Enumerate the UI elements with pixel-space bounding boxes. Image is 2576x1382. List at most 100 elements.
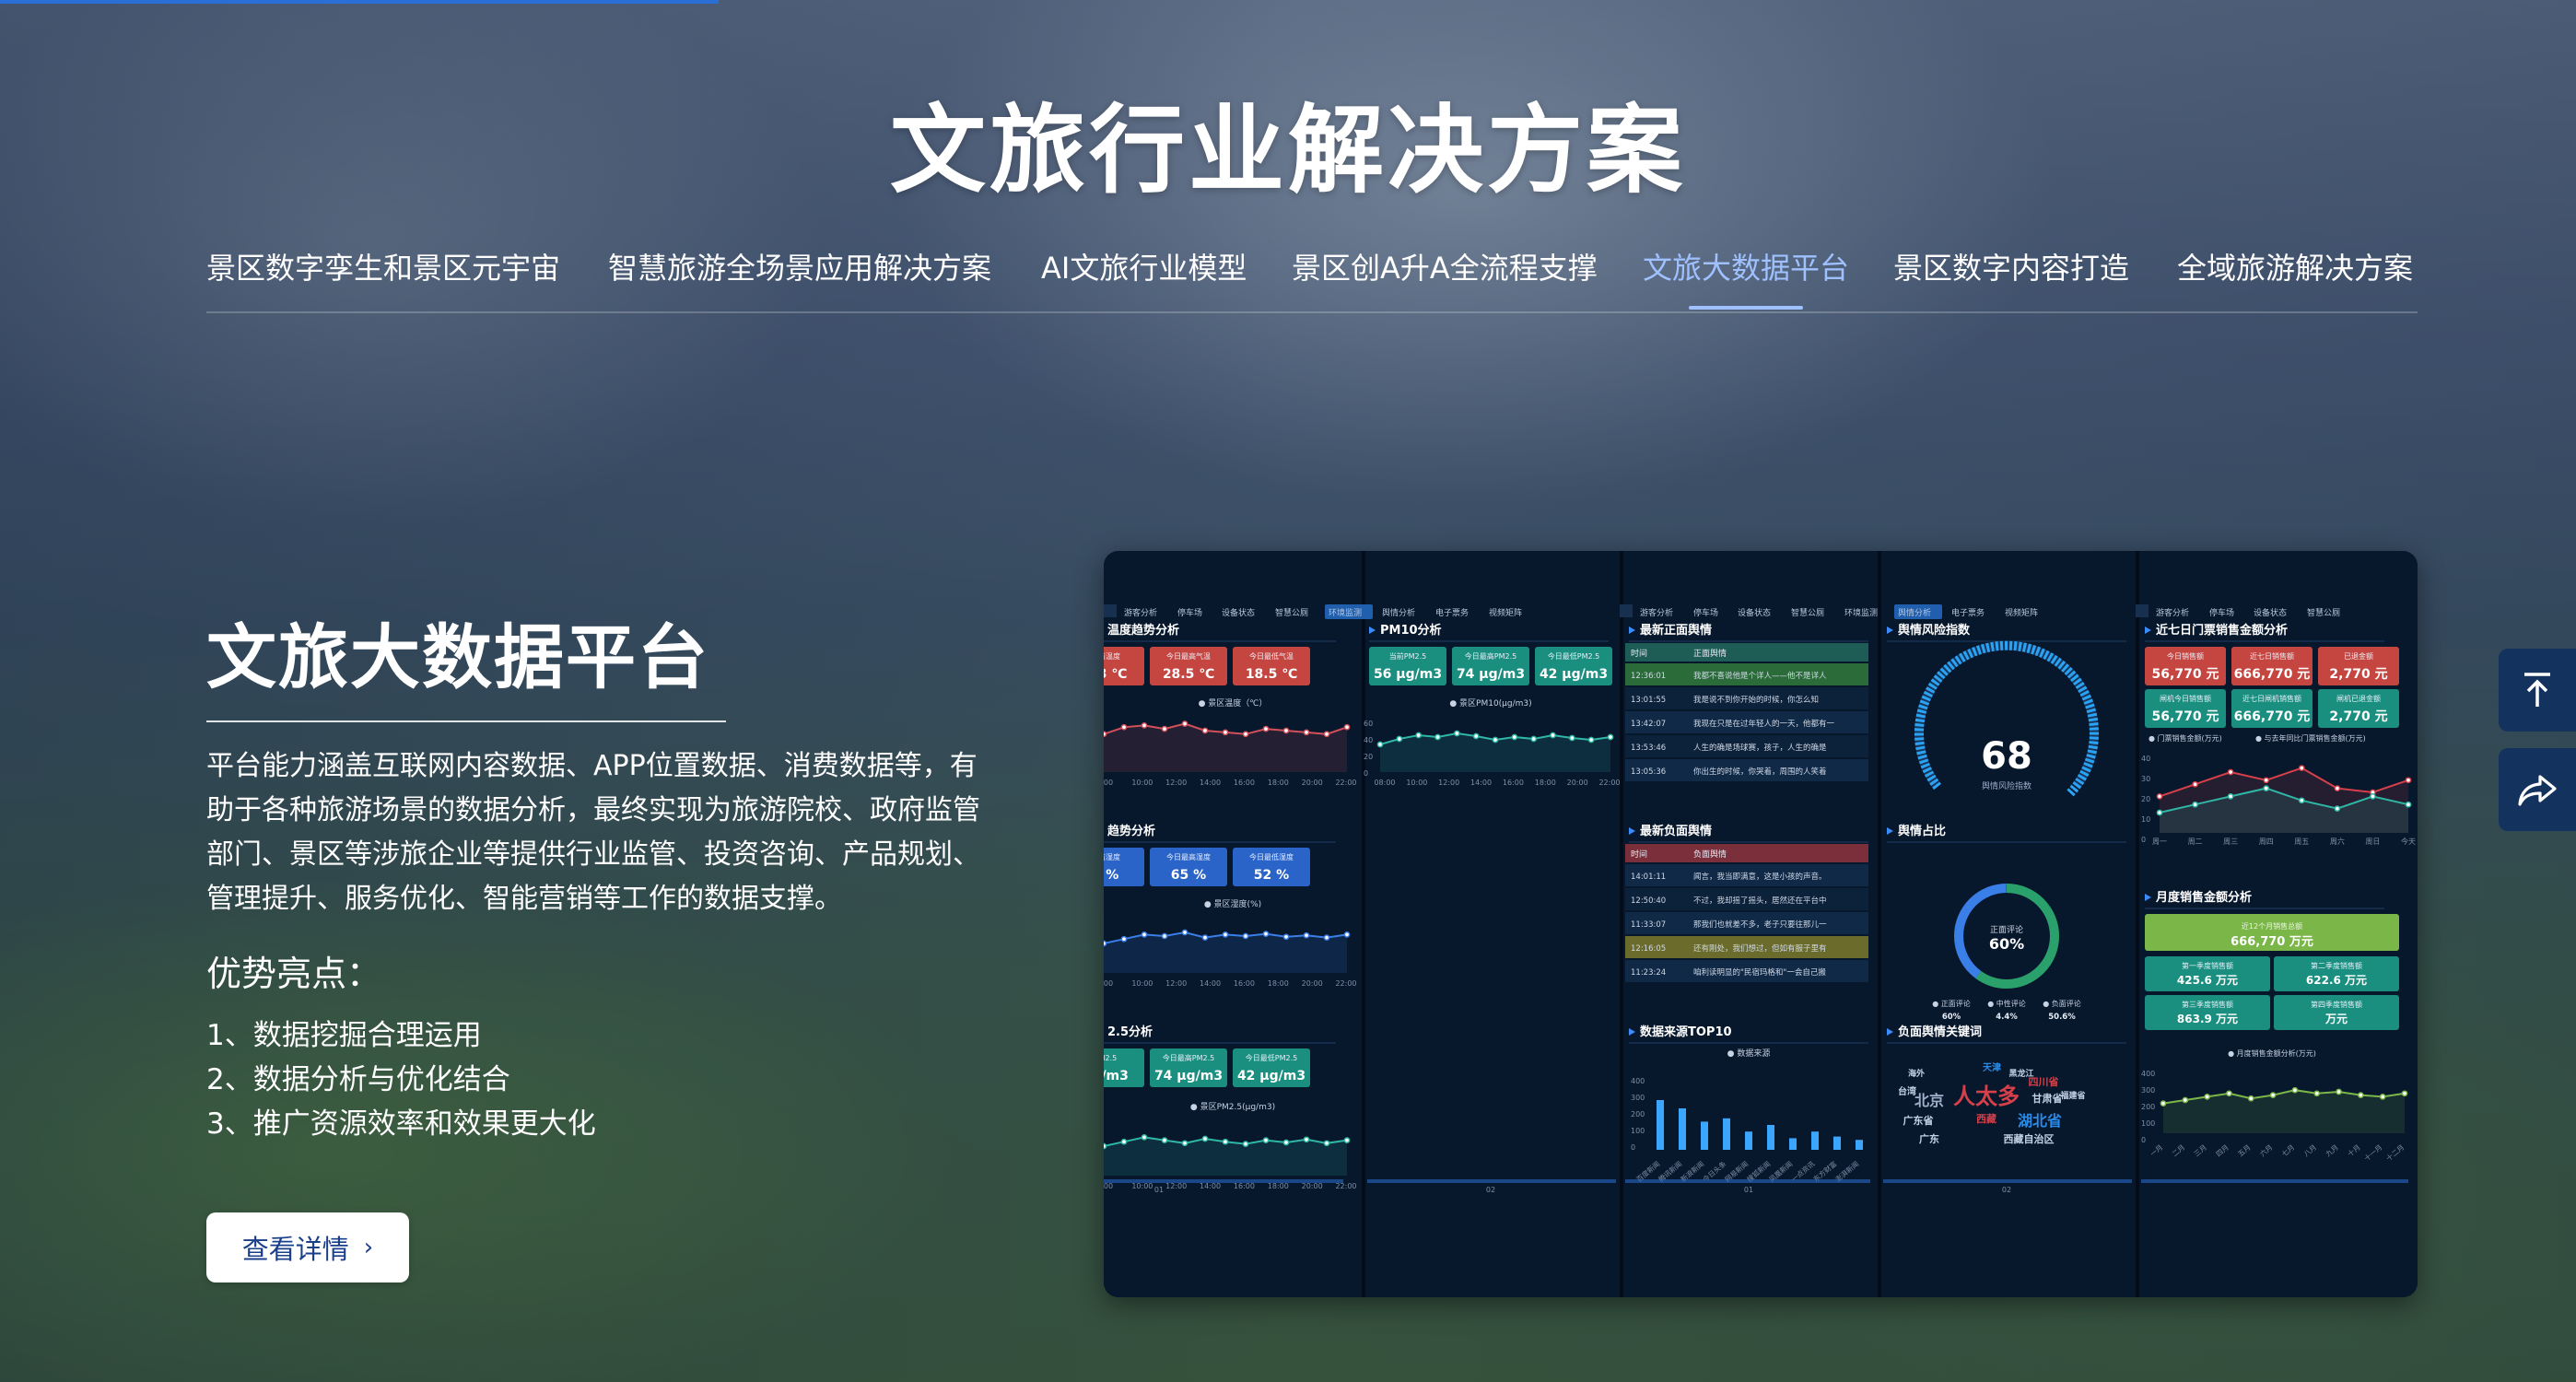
- sales7-x-tick: 周六: [2330, 837, 2345, 846]
- temp-x-tick: 16:00: [1234, 779, 1255, 787]
- nav-mid-item: 舆情分析: [1898, 607, 1931, 618]
- footer-strip: [1104, 1179, 1343, 1183]
- source-bar: [1767, 1125, 1774, 1150]
- temp-x-tick: 10:00: [1131, 779, 1153, 787]
- keyword: 甘肃省: [2032, 1092, 2063, 1105]
- tab-digital-content[interactable]: 景区数字内容打造: [1893, 245, 2129, 287]
- monthly-y-tick: 100: [2141, 1119, 2155, 1128]
- tab-scenic-a-upgrade[interactable]: 景区创A升A全流程支撑: [1292, 245, 1598, 287]
- temp-card-value: 2.3 ℃: [1104, 667, 1127, 682]
- pm10-y-tick: 40: [1364, 736, 1373, 744]
- nav-mid-item: 环境监测: [1844, 607, 1878, 618]
- page-title: 文旅行业解决方案: [889, 94, 1686, 206]
- sales7-series-point: [2263, 777, 2270, 784]
- pm10-chart-point: [1607, 733, 1614, 741]
- pm10-card-value: 42 μg/m3: [1540, 667, 1608, 682]
- column-gap: [1362, 551, 1365, 1297]
- humidity-card-label: 今日最高湿度: [1166, 852, 1211, 861]
- source-y-tick: 200: [1631, 1110, 1645, 1118]
- tab-global-tourism[interactable]: 全域旅游解决方案: [2177, 245, 2413, 287]
- monthly-card-value: 万元: [2324, 1013, 2348, 1025]
- ratio-value: 4.4%: [1996, 1013, 2018, 1022]
- back-to-top-button[interactable]: [2499, 649, 2576, 732]
- monthly-card-value: 425.6 万元: [2177, 974, 2238, 987]
- footer-tick: 01: [1154, 1186, 1164, 1194]
- pm10-panel-title: PM10分析: [1380, 623, 1442, 638]
- negative-header-bg: [1625, 844, 1868, 862]
- nav-left-prev-icon: [1104, 604, 1117, 617]
- pm25-card-label: PM2.5: [1104, 1054, 1117, 1062]
- humidity-chart-point: [1161, 932, 1168, 940]
- chevron-right-icon: ›: [363, 1234, 374, 1261]
- source-y-tick: 300: [1631, 1094, 1645, 1102]
- back-to-top-icon: [2524, 673, 2550, 707]
- pm10-x-tick: 18:00: [1535, 779, 1556, 787]
- sales-top-card-label: 已退金额: [2344, 651, 2373, 661]
- monthly-series-point: [2358, 1092, 2364, 1098]
- sales7-y-tick: 20: [2141, 795, 2150, 803]
- keyword: 广东省: [1903, 1114, 1934, 1127]
- source-bar: [1833, 1136, 1841, 1150]
- pm25-x-tick: 10:00: [1131, 1182, 1153, 1190]
- nav-right-item: 游客分析: [2156, 607, 2189, 618]
- temp-card-label: 今日最低气温: [1249, 651, 1294, 661]
- monthly-y-tick: 400: [2141, 1070, 2155, 1078]
- pm25-card-value: 42 μg/m3: [1237, 1069, 1306, 1083]
- temp-x-tick: 12:00: [1165, 779, 1187, 787]
- pm25-chart-point: [1104, 1142, 1107, 1150]
- positive-row-text: 你出生的时候，你哭着，周围的人笑着: [1693, 767, 1827, 777]
- pm25-x-tick: 18:00: [1268, 1182, 1289, 1190]
- view-details-button[interactable]: 查看详情 ›: [206, 1212, 409, 1282]
- temp-card-value: 18.5 ℃: [1246, 667, 1297, 682]
- keyword: 西藏: [1976, 1112, 1996, 1125]
- sales7-series2-point: [2298, 797, 2305, 804]
- sales-bottom-card-label: 闸机已退金额: [2336, 694, 2381, 703]
- ratio-value: 60%: [1942, 1013, 1961, 1022]
- monthly-series-point: [2226, 1090, 2232, 1097]
- sales7-series2-point: [2192, 801, 2198, 808]
- monthly-card-label: 第三季度销售额: [2182, 1000, 2233, 1009]
- tab-ai-model[interactable]: AI文旅行业模型: [1041, 245, 1247, 287]
- humidity-x-tick: 16:00: [1234, 979, 1255, 988]
- humidity-x-tick: 10:00: [1131, 979, 1153, 988]
- sales7-legend: ● 与去年同比门票销售金额(万元): [2255, 733, 2366, 743]
- humidity-card-label: 当前湿度: [1104, 852, 1120, 861]
- sales7-legend: ● 门票销售金额(万元): [2149, 733, 2222, 743]
- monthly-series-point: [2313, 1090, 2321, 1097]
- keyword: 湖北省: [2018, 1112, 2062, 1130]
- footer-tick: 02: [2002, 1186, 2011, 1194]
- nav-right-prev-icon: [2136, 604, 2149, 617]
- tab-big-data-platform[interactable]: 文旅大数据平台: [1643, 245, 1849, 310]
- footer-strip: [1367, 1179, 1616, 1183]
- temp-x-tick: 20:00: [1302, 779, 1323, 787]
- share-button[interactable]: [2499, 748, 2576, 831]
- humidity-card-value: 65 %: [1171, 868, 1206, 883]
- sales-top-card-value: 666,770 元: [2234, 667, 2311, 682]
- temp-legend: ● 景区温度（℃）: [1199, 697, 1268, 709]
- negative-row-text: 那我们也就差不多，老子只要往那儿一: [1693, 919, 1827, 930]
- humidity-chart-point: [1282, 933, 1290, 941]
- section-description: 平台能力涵盖互联网内容数据、APP位置数据、消费数据等，有 助于各种旅游场景的数…: [206, 744, 1054, 921]
- tab-scenic-digital-twin[interactable]: 景区数字孪生和景区元宇宙: [206, 245, 560, 287]
- monthly-card-label: 第二季度销售额: [2311, 961, 2362, 970]
- sales7-x-tick: 周三: [2223, 837, 2238, 846]
- sales7-series-point: [2192, 780, 2198, 788]
- sales7-series-point: [2405, 777, 2412, 784]
- negative-row-text: 咱利读明显的"民宿玛格和"一会自己搬: [1693, 967, 1826, 978]
- pm25-chart-point: [1161, 1137, 1168, 1143]
- humidity-chart-point: [1242, 932, 1249, 940]
- risk-label: 舆情风险指数: [1982, 780, 2032, 791]
- positive-row-text: 我现在只是在过年轻人的一天，他都有一: [1693, 719, 1835, 729]
- negative-row-text: 还有刚处，我们想过，但如有服子里有: [1693, 943, 1827, 954]
- sales7-x-tick: 周二: [2188, 837, 2203, 846]
- monthly-y-tick: 300: [2141, 1086, 2155, 1095]
- pm10-x-tick: 20:00: [1567, 779, 1588, 787]
- sales7-y-tick: 10: [2141, 815, 2150, 824]
- tab-smart-tourism[interactable]: 智慧旅游全场景应用解决方案: [608, 245, 991, 287]
- tabs-divider: [206, 311, 2418, 313]
- pm10-chart-point: [1472, 732, 1480, 740]
- pm25-chart-point: [1222, 1138, 1229, 1145]
- source-bar: [1789, 1138, 1797, 1150]
- temp-chart-point: [1323, 731, 1330, 738]
- sales7-series-point: [2227, 768, 2234, 776]
